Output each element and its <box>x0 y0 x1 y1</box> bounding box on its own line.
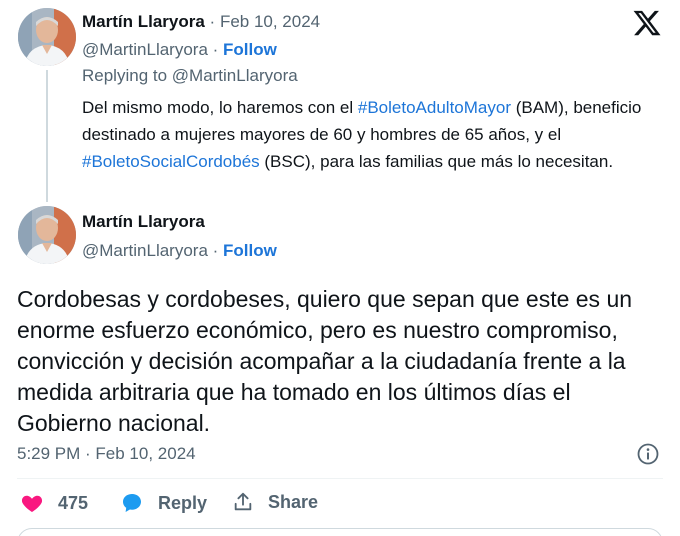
reply-button[interactable]: Reply <box>120 491 207 515</box>
handle-row: @MartinLlaryora · Follow <box>82 40 277 60</box>
dot-separator: · <box>209 12 220 31</box>
tweet-text: (BSC), para las familias que más lo nece… <box>259 152 614 171</box>
info-icon[interactable] <box>636 442 660 466</box>
author-name[interactable]: Martín Llaryora <box>82 212 205 232</box>
x-logo-icon[interactable] <box>632 8 662 38</box>
follow-button[interactable]: Follow <box>223 40 277 59</box>
author-name[interactable]: Martín Llaryora · Feb 10, 2024 <box>82 12 320 32</box>
reply-label: Reply <box>158 492 208 513</box>
main-tweet-text: Cordobesas y cordobeses, quiero que sepa… <box>17 286 633 436</box>
avatar[interactable] <box>18 8 76 66</box>
hashtag-link[interactable]: #BoletoSocialCordobés <box>82 152 260 171</box>
divider <box>17 478 663 479</box>
profile-photo <box>18 8 76 66</box>
like-button[interactable]: 475 <box>20 491 88 515</box>
tweet-date[interactable]: Feb 10, 2024 <box>220 12 320 31</box>
author-handle[interactable]: @MartinLlaryora <box>82 241 208 260</box>
share-label: Share <box>268 491 319 512</box>
read-replies-button[interactable] <box>17 528 663 536</box>
author-name-text[interactable]: Martín Llaryora <box>82 12 205 31</box>
thread-connector <box>46 70 48 202</box>
handle-row: @MartinLlaryora · Follow <box>82 241 277 261</box>
tweet-text: Del mismo modo, lo haremos con el <box>82 98 358 117</box>
share-button[interactable]: Share <box>232 491 318 513</box>
profile-photo <box>18 206 76 264</box>
dot-separator: · <box>212 241 224 260</box>
parent-tweet-text: Del mismo modo, lo haremos con el #Bolet… <box>82 94 662 175</box>
replying-to[interactable]: Replying to @MartinLlaryora <box>82 66 298 86</box>
heart-icon <box>21 495 43 512</box>
share-icon <box>234 492 252 511</box>
reply-bubble-icon <box>123 494 141 512</box>
hashtag-link[interactable]: #BoletoAdultoMayor <box>358 98 511 117</box>
dot-separator: · <box>212 40 224 59</box>
author-handle[interactable]: @MartinLlaryora <box>82 40 208 59</box>
like-count: 475 <box>58 492 89 513</box>
tweet-timestamp[interactable]: 5:29 PM · Feb 10, 2024 <box>17 444 196 464</box>
follow-button[interactable]: Follow <box>223 241 277 260</box>
avatar[interactable] <box>18 206 76 264</box>
